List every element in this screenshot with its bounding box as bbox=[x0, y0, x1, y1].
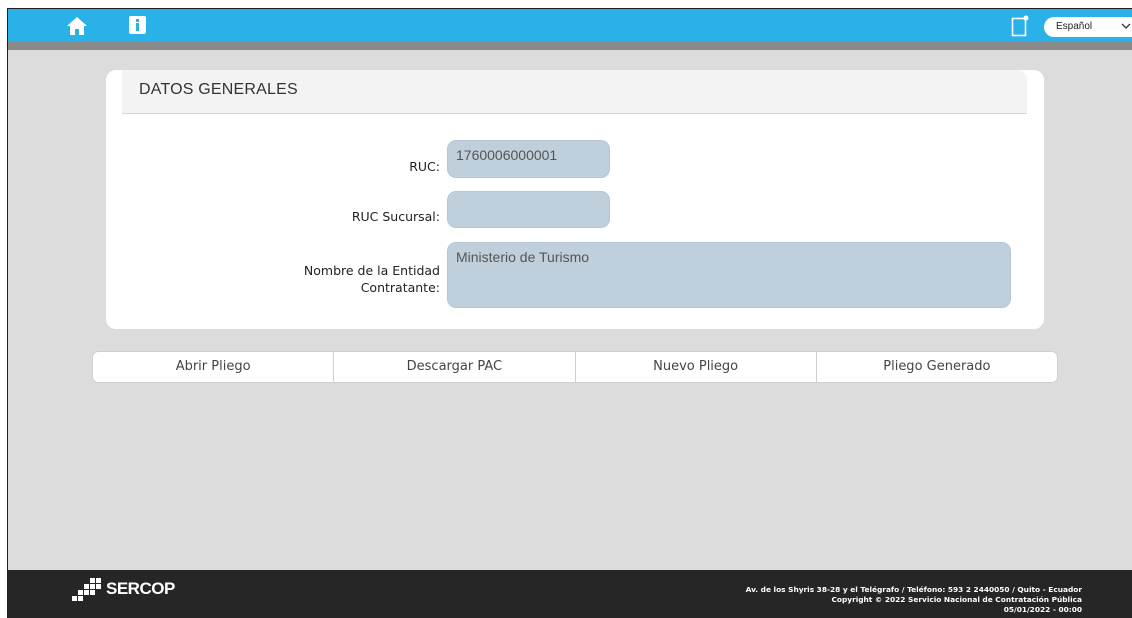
tab-new-specification[interactable]: Nuevo Pliego bbox=[576, 352, 817, 382]
footer-info: Av. de los Shyris 38-28 y el Telégrafo /… bbox=[746, 585, 1082, 615]
action-tabs: Abrir Pliego Descargar PAC Nuevo Pliego … bbox=[92, 351, 1058, 383]
info-icon[interactable] bbox=[129, 16, 146, 34]
general-data-panel: DATOS GENERALES RUC: 1760006000001 RUC S… bbox=[106, 70, 1044, 329]
tab-open-specification[interactable]: Abrir Pliego bbox=[93, 352, 335, 382]
footer: SERCOP Av. de los Shyris 38-28 y el Telé… bbox=[8, 570, 1132, 618]
top-bar: Español bbox=[8, 9, 1132, 42]
ruc-branch-label: RUC Sucursal: bbox=[351, 209, 440, 224]
logo-mark-icon bbox=[72, 578, 101, 601]
entity-name-label: Nombre de la Entidad Contratante: bbox=[226, 262, 440, 296]
language-select[interactable]: Español bbox=[1044, 17, 1132, 37]
app-window: Español DATOS GENERALES RUC: 17600060000… bbox=[7, 8, 1132, 618]
sercop-logo: SERCOP bbox=[68, 576, 198, 606]
tab-generated-specification[interactable]: Pliego Generado bbox=[817, 352, 1057, 382]
logo-text: SERCOP bbox=[106, 579, 175, 598]
footer-datetime: 05/01/2022 - 00:00 bbox=[1003, 605, 1082, 614]
footer-copyright: Copyright © 2022 Servicio Nacional de Co… bbox=[831, 595, 1082, 604]
entity-name-label-line1: Nombre de la Entidad bbox=[303, 263, 440, 278]
ruc-branch-field[interactable] bbox=[447, 191, 610, 228]
tab-download-pac[interactable]: Descargar PAC bbox=[334, 352, 576, 382]
home-icon[interactable] bbox=[66, 16, 88, 36]
chevron-down-icon[interactable] bbox=[1120, 20, 1132, 32]
footer-address: Av. de los Shyris 38-28 y el Telégrafo /… bbox=[745, 585, 1082, 594]
ruc-label: RUC: bbox=[409, 159, 440, 174]
panel-title: DATOS GENERALES bbox=[139, 81, 298, 98]
entity-name-field[interactable]: Ministerio de Turismo bbox=[447, 242, 1011, 308]
panel-header: DATOS GENERALES bbox=[122, 70, 1027, 114]
entity-name-label-line2: Contratante: bbox=[360, 280, 440, 295]
topbar-divider bbox=[8, 42, 1132, 50]
ruc-field[interactable]: 1760006000001 bbox=[447, 140, 610, 178]
document-icon[interactable] bbox=[1011, 15, 1029, 37]
